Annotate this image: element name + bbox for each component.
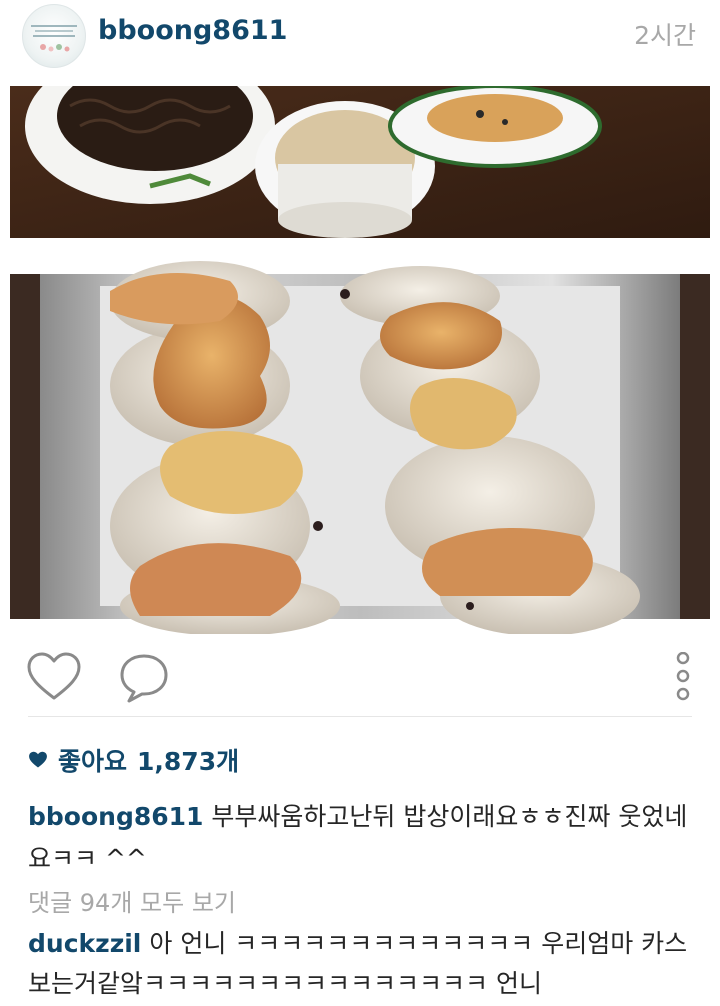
divider — [28, 716, 692, 717]
comment-username[interactable]: duckzzil — [28, 929, 141, 958]
vertical-dots-icon[interactable] — [670, 651, 696, 708]
view-all-comments-link[interactable]: 댓글 94개 모두 보기 — [28, 882, 236, 924]
post-photo[interactable] — [0, 86, 720, 634]
heart-filled-icon — [29, 751, 47, 768]
likes-count[interactable]: 좋아요 1,873개 — [28, 740, 239, 780]
likes-number: 1,873개 — [137, 747, 240, 776]
post-caption: bboong8611 부부싸움하고난뒤 밥상이래요ㅎㅎ진짜 웃었네요ㅋㅋ ^^ — [28, 796, 692, 880]
caption-username[interactable]: bboong8611 — [28, 802, 203, 831]
heart-outline-icon[interactable] — [26, 652, 82, 702]
photo-top-dishes — [10, 86, 710, 238]
photo-bottom-riceballs — [10, 261, 710, 634]
post-username[interactable]: bboong8611 — [98, 15, 287, 46]
likes-label: 좋아요 — [58, 747, 128, 776]
avatar[interactable] — [22, 4, 86, 68]
action-bar — [0, 634, 720, 720]
speech-bubble-icon[interactable] — [118, 652, 170, 704]
post-header: bboong8611 2시간 — [0, 0, 720, 86]
post-timestamp: 2시간 — [634, 21, 696, 50]
comment: duckzzil 아 언니 ㅋㅋㅋㅋㅋㅋㅋㅋㅋㅋㅋㅋㅋ 우리엄마 카스 보는거같앜… — [28, 924, 692, 1004]
